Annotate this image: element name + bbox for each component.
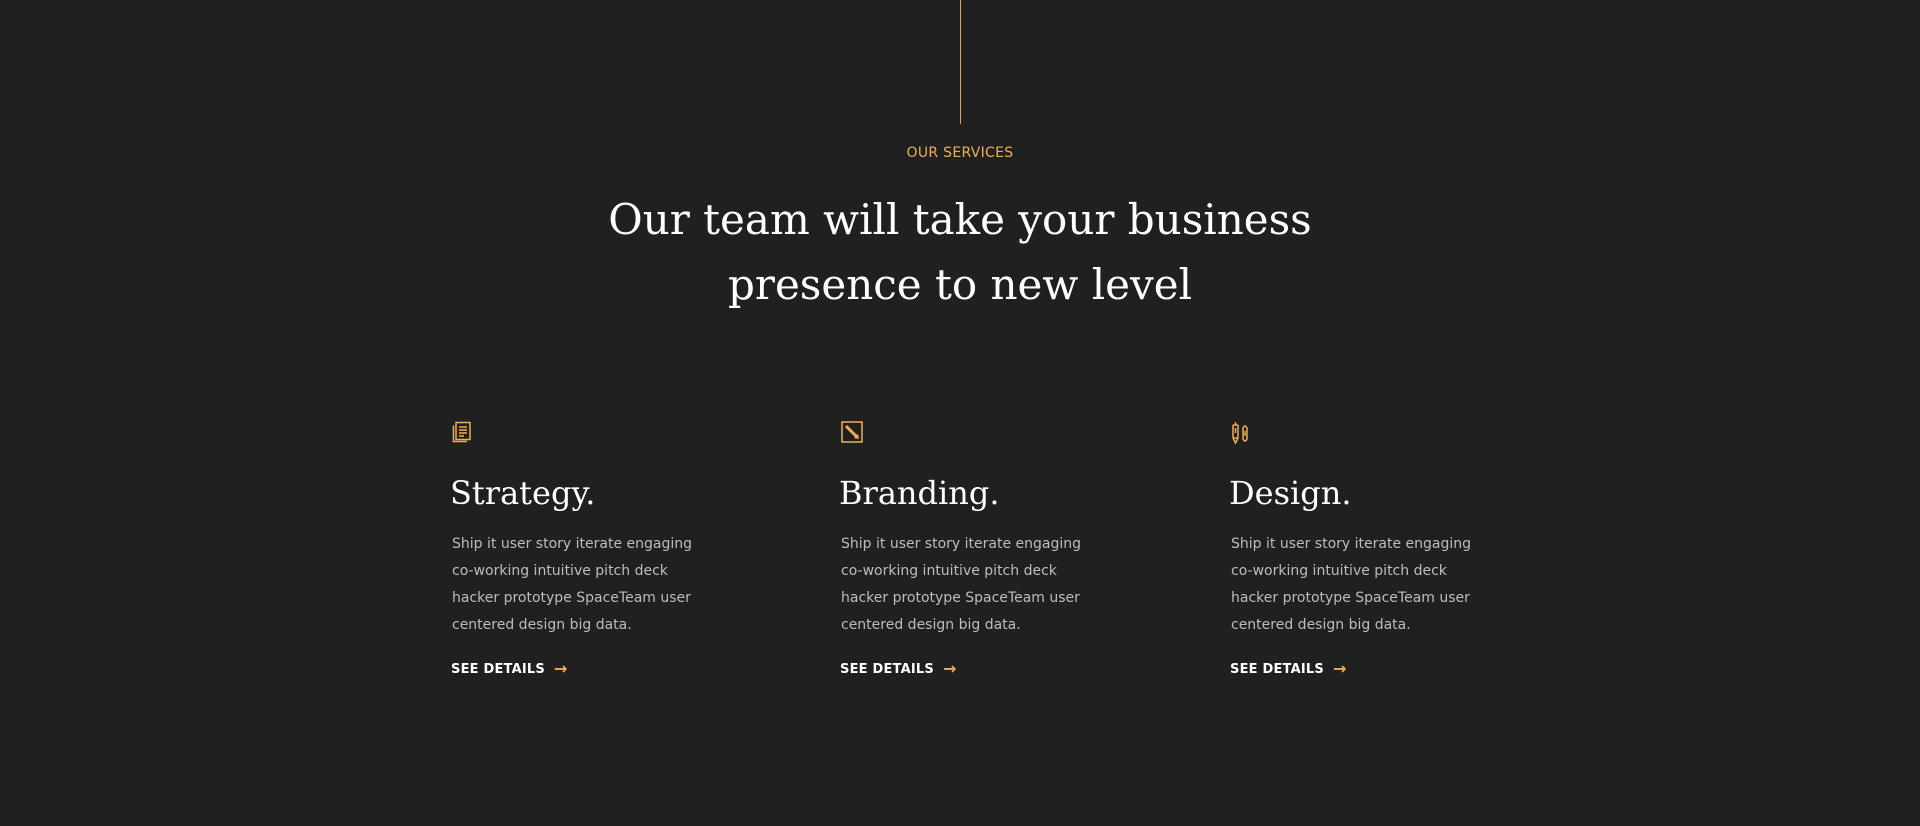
pencil-square-icon bbox=[841, 421, 863, 445]
arrow-right-icon: → bbox=[1332, 659, 1347, 678]
service-title: Branding. bbox=[839, 474, 1000, 512]
arrow-right-icon: → bbox=[553, 659, 568, 678]
see-details-link-branding[interactable]: SEE DETAILS → bbox=[840, 661, 957, 677]
service-title: Strategy. bbox=[450, 474, 596, 512]
service-title: Design. bbox=[1229, 474, 1352, 512]
see-details-link-strategy[interactable]: SEE DETAILS → bbox=[451, 661, 568, 677]
service-description: Ship it user story iterate engaging co-w… bbox=[452, 536, 693, 633]
see-details-label: SEE DETAILS bbox=[451, 661, 545, 677]
see-details-link-design[interactable]: SEE DETAILS → bbox=[1230, 661, 1347, 677]
decorative-vertical-line bbox=[960, 0, 961, 124]
service-description: Ship it user story iterate engaging co-w… bbox=[841, 536, 1082, 633]
services-grid: Strategy. Ship it user story iterate eng… bbox=[0, 421, 1920, 721]
document-icon bbox=[452, 421, 474, 445]
service-description: Ship it user story iterate engaging co-w… bbox=[1231, 536, 1472, 633]
section-eyebrow: OUR SERVICES bbox=[906, 145, 1014, 161]
see-details-label: SEE DETAILS bbox=[840, 661, 934, 677]
arrow-right-icon: → bbox=[942, 659, 957, 678]
pen-tools-icon bbox=[1231, 421, 1253, 445]
see-details-label: SEE DETAILS bbox=[1230, 661, 1324, 677]
section-headline: Our team will take your business presenc… bbox=[608, 195, 1312, 309]
